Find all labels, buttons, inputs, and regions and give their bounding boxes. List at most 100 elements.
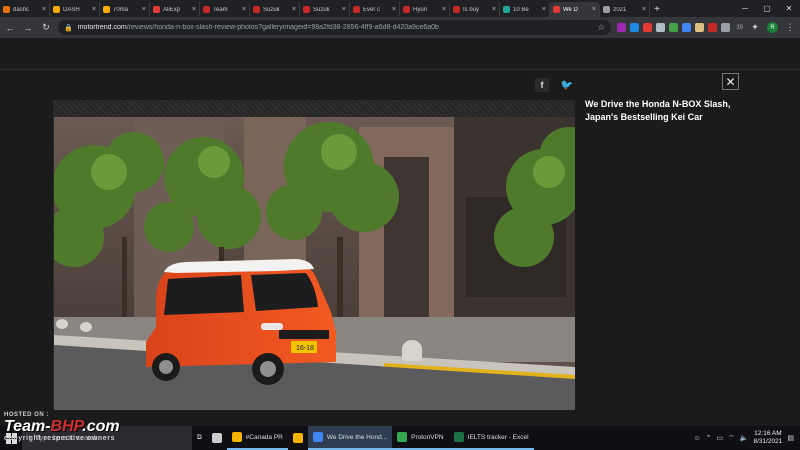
tab-close-icon[interactable]: ×: [192, 6, 196, 13]
tab-title: dashc: [13, 6, 30, 13]
divider: [0, 69, 800, 70]
taskbar-apps: #Canada PR We Drive the Hond... ProtonVPN I…: [207, 426, 534, 450]
gallery-page: f 🐦 ✕ We Drive the Honda N-BOX Slash, Ja…: [0, 38, 800, 426]
volume-icon[interactable]: 🔈: [740, 434, 749, 442]
tab-close-icon[interactable]: ×: [142, 6, 146, 13]
task-view-icon[interactable]: ⧉: [192, 426, 207, 450]
browser-tab[interactable]: Suzuk ×: [300, 2, 350, 17]
tab-favicon-icon: [203, 6, 210, 13]
tab-close-icon[interactable]: ×: [542, 6, 546, 13]
browser-tab[interactable]: Is buy ×: [450, 2, 500, 17]
tab-close-icon[interactable]: ×: [292, 6, 296, 13]
browser-tab[interactable]: 70ma ×: [100, 2, 150, 17]
windows-start-icon[interactable]: [0, 426, 22, 450]
address-bar[interactable]: 🔒 motortrend.com/reviews/honda-n-box-sla…: [58, 20, 612, 35]
facebook-share-icon[interactable]: f: [535, 78, 549, 92]
browser-tab[interactable]: DASH ×: [50, 2, 100, 17]
browser-tab[interactable]: AliExp ×: [150, 2, 200, 17]
new-tab-button[interactable]: +: [650, 2, 664, 17]
network-icon[interactable]: ⌔: [728, 434, 735, 443]
reload-icon[interactable]: ↻: [40, 22, 52, 34]
puzzle-icon[interactable]: ✦: [749, 22, 761, 34]
close-gallery-button[interactable]: ✕: [722, 73, 739, 90]
tab-title: Team: [213, 6, 228, 13]
extension-icon[interactable]: [630, 23, 640, 32]
extension-icon[interactable]: [695, 23, 705, 32]
extension-icon[interactable]: [617, 23, 627, 32]
extension-icon[interactable]: [682, 23, 692, 32]
menu-kebab-icon[interactable]: ⋮: [784, 22, 796, 34]
clock[interactable]: 12:16 AM 8/31/2021: [753, 430, 782, 446]
browser-tab[interactable]: Ever c ×: [350, 2, 400, 17]
browser-tab[interactable]: dashc ×: [0, 2, 50, 17]
tab-favicon-icon: [553, 6, 560, 13]
tab-favicon-icon: [603, 6, 610, 13]
extension-icons: [617, 23, 731, 32]
tab-close-icon[interactable]: ×: [42, 6, 46, 13]
tab-title: 2021: [613, 6, 627, 13]
tab-close-icon[interactable]: ×: [442, 6, 446, 13]
browser-tab[interactable]: 2021 ×: [600, 2, 650, 17]
extension-icon[interactable]: [656, 23, 666, 32]
battery-icon[interactable]: ▭: [717, 434, 724, 442]
notifications-icon[interactable]: ▤: [787, 434, 794, 442]
twitter-share-icon[interactable]: 🐦: [560, 78, 574, 92]
tab-close-icon[interactable]: ×: [392, 6, 396, 13]
tab-title: Is buy: [463, 6, 480, 13]
minimize-button[interactable]: ─: [734, 0, 756, 17]
extension-icon[interactable]: [721, 23, 731, 32]
back-icon[interactable]: ←: [4, 22, 16, 34]
app-icon: [231, 432, 242, 442]
maximize-button[interactable]: ▢: [756, 0, 778, 17]
app-icon: [397, 432, 408, 442]
gallery-caption-title: We Drive the Honda N-BOX Slash, Japan's …: [585, 99, 731, 122]
tab-favicon-icon: [253, 6, 260, 13]
gallery-photo[interactable]: 16-18: [54, 117, 575, 410]
browser-tab[interactable]: 10 Be ×: [500, 2, 550, 17]
forward-icon[interactable]: →: [22, 22, 34, 34]
tab-close-icon[interactable]: ×: [642, 6, 646, 13]
taskbar: ⌕ Type here to search ⧉ #Canada PR We Dri…: [0, 426, 800, 450]
tab-favicon-icon: [303, 6, 310, 13]
browser-tab[interactable]: Suzuk ×: [250, 2, 300, 17]
taskbar-app[interactable]: ProtonVPN: [392, 426, 449, 450]
url-text[interactable]: motortrend.com/reviews/honda-n-box-slash…: [78, 24, 593, 31]
tab-title: 10 Be: [513, 6, 529, 13]
bookmark-star-icon[interactable]: ☆: [597, 22, 605, 33]
taskbar-app-label: #Canada PR: [245, 433, 283, 441]
tab-favicon-icon: [503, 6, 510, 13]
browser-tab[interactable]: We D ×: [550, 2, 600, 17]
tab-close-icon[interactable]: ×: [492, 6, 496, 13]
taskbar-app[interactable]: [288, 426, 308, 450]
tab-title: Suzuk: [313, 6, 330, 13]
tab-title: AliExp: [163, 6, 181, 13]
tab-close-icon[interactable]: ×: [92, 6, 96, 13]
taskbar-app[interactable]: IELTS tracker - Excel: [448, 426, 534, 450]
taskbar-app[interactable]: [207, 426, 227, 450]
taskbar-search[interactable]: ⌕ Type here to search: [22, 426, 192, 450]
extension-icon[interactable]: [669, 23, 679, 32]
app-icon: [292, 433, 303, 443]
tab-favicon-icon: [153, 6, 160, 13]
system-tray: ☺ ⌃ ▭ ⌔ 🔈 12:16 AM 8/31/2021 ▤: [693, 430, 800, 446]
app-icon: [453, 432, 464, 442]
tab-close-icon[interactable]: ×: [242, 6, 246, 13]
tab-favicon-icon: [353, 6, 360, 13]
search-placeholder: Type here to search: [35, 434, 98, 442]
taskbar-app[interactable]: #Canada PR: [226, 426, 288, 450]
search-icon: ⌕: [28, 434, 32, 441]
extension-icon[interactable]: [643, 23, 653, 32]
close-window-button[interactable]: ✕: [778, 0, 800, 17]
browser-tab[interactable]: Hyun ×: [400, 2, 450, 17]
user-icon[interactable]: ☺: [693, 435, 700, 442]
tab-close-icon[interactable]: ×: [592, 6, 596, 13]
tab-close-icon[interactable]: ×: [342, 6, 346, 13]
browser-toolbar: ← → ↻ 🔒 motortrend.com/reviews/honda-n-b…: [0, 17, 800, 38]
tab-title: DASH: [63, 6, 80, 13]
browser-tab[interactable]: Team ×: [200, 2, 250, 17]
chevron-up-icon[interactable]: ⌃: [706, 434, 712, 442]
taskbar-app[interactable]: We Drive the Hond...: [307, 426, 393, 450]
extension-icon[interactable]: [708, 23, 718, 32]
tab-favicon-icon: [53, 6, 60, 13]
profile-avatar[interactable]: R: [767, 22, 778, 33]
